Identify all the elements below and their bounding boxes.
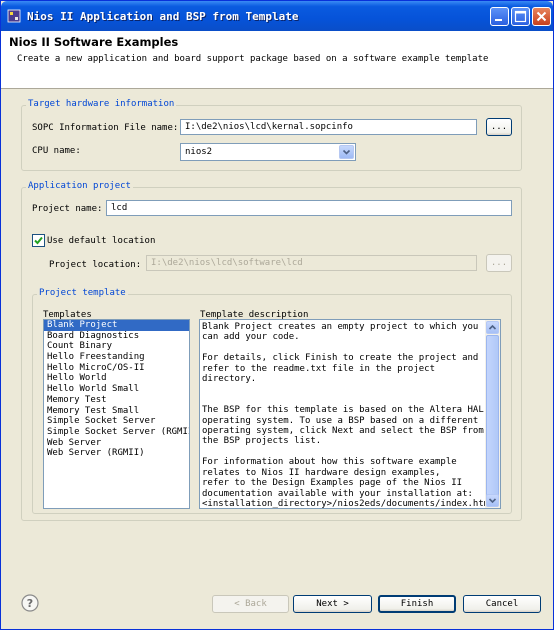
template-description-text: Blank Project creates an empty project t… (202, 322, 495, 509)
sopc-file-label: SOPC Information File name: (32, 123, 179, 133)
checkmark-icon (34, 236, 43, 245)
template-list-item[interactable]: Blank Project (44, 320, 189, 331)
template-list-item[interactable]: Simple Socket Server (44, 416, 189, 427)
project-location-label: Project location: (49, 260, 142, 270)
maximize-button[interactable] (511, 7, 530, 26)
close-button[interactable] (532, 7, 551, 26)
sopc-browse-button[interactable]: ... (486, 118, 512, 136)
title-bar[interactable]: Nios II Application and BSP from Templat… (1, 1, 553, 31)
template-list-item[interactable]: Board Diagnostics (44, 331, 189, 342)
window-title: Nios II Application and BSP from Templat… (27, 10, 299, 23)
application-project-group-title: Application project (26, 181, 133, 191)
help-icon[interactable]: ? (21, 594, 39, 612)
template-list-item[interactable]: Memory Test (44, 395, 189, 406)
cpu-name-value: nios2 (185, 147, 213, 157)
location-browse-button[interactable]: ... (486, 254, 512, 272)
target-hardware-group-title: Target hardware information (26, 99, 177, 109)
scroll-thumb[interactable] (486, 335, 499, 499)
template-list-item[interactable]: Hello World Small (44, 384, 189, 395)
svg-text:?: ? (27, 597, 33, 610)
template-list-item[interactable]: Web Server (44, 438, 189, 449)
template-list-item[interactable]: Simple Socket Server (RGMII) (44, 427, 189, 438)
target-hardware-group: Target hardware information (21, 99, 522, 171)
use-default-location-label[interactable]: Use default location (47, 236, 155, 246)
minimize-button[interactable] (490, 7, 509, 26)
minimize-icon (495, 19, 502, 21)
app-icon (7, 9, 21, 23)
maximize-icon (514, 10, 527, 23)
template-list-item[interactable]: Hello MicroC/OS-II (44, 363, 189, 374)
scroll-down-button[interactable] (486, 494, 499, 507)
template-list-item[interactable]: Memory Test Small (44, 406, 189, 417)
templates-list-items: Blank Project Board Diagnostics Count Bina… (44, 320, 189, 459)
description-scrollbar[interactable] (485, 320, 500, 508)
project-location-input[interactable]: I:\de2\nios\lcd\software\lcd (146, 255, 477, 271)
template-list-item[interactable]: Hello Freestanding (44, 352, 189, 363)
chevron-up-icon (488, 324, 497, 330)
templates-list[interactable]: Blank Project Board Diagnostics Count Bina… (43, 319, 190, 509)
banner-title: Nios II Software Examples (9, 35, 179, 49)
project-template-group-title: Project template (37, 288, 128, 298)
back-button[interactable]: < Back (212, 595, 289, 613)
finish-button[interactable]: Finish (378, 595, 456, 613)
cpu-name-label: CPU name: (32, 146, 81, 156)
close-icon (536, 11, 547, 22)
scroll-up-button[interactable] (486, 321, 499, 334)
chevron-down-icon (488, 498, 497, 504)
banner-description: Create a new application and board suppo… (17, 54, 489, 64)
template-description-box[interactable]: Blank Project creates an empty project t… (199, 319, 501, 509)
template-list-item[interactable]: Hello World (44, 373, 189, 384)
cancel-button[interactable]: Cancel (463, 595, 541, 613)
sopc-file-input[interactable]: I:\de2\nios\lcd\kernal.sopcinfo (180, 119, 477, 135)
wizard-banner: Nios II Software Examples Create a new a… (1, 31, 553, 89)
project-name-input[interactable]: lcd (106, 200, 512, 216)
project-name-label: Project name: (32, 204, 103, 214)
chevron-down-icon[interactable] (339, 145, 354, 159)
template-list-item[interactable]: Count Binary (44, 341, 189, 352)
cpu-name-select[interactable]: nios2 (180, 143, 356, 161)
next-button[interactable]: Next > (293, 595, 372, 613)
use-default-location-checkbox[interactable] (32, 234, 45, 247)
dialog-window: Nios II Application and BSP from Templat… (0, 0, 554, 630)
template-list-item[interactable]: Web Server (RGMII) (44, 448, 189, 459)
